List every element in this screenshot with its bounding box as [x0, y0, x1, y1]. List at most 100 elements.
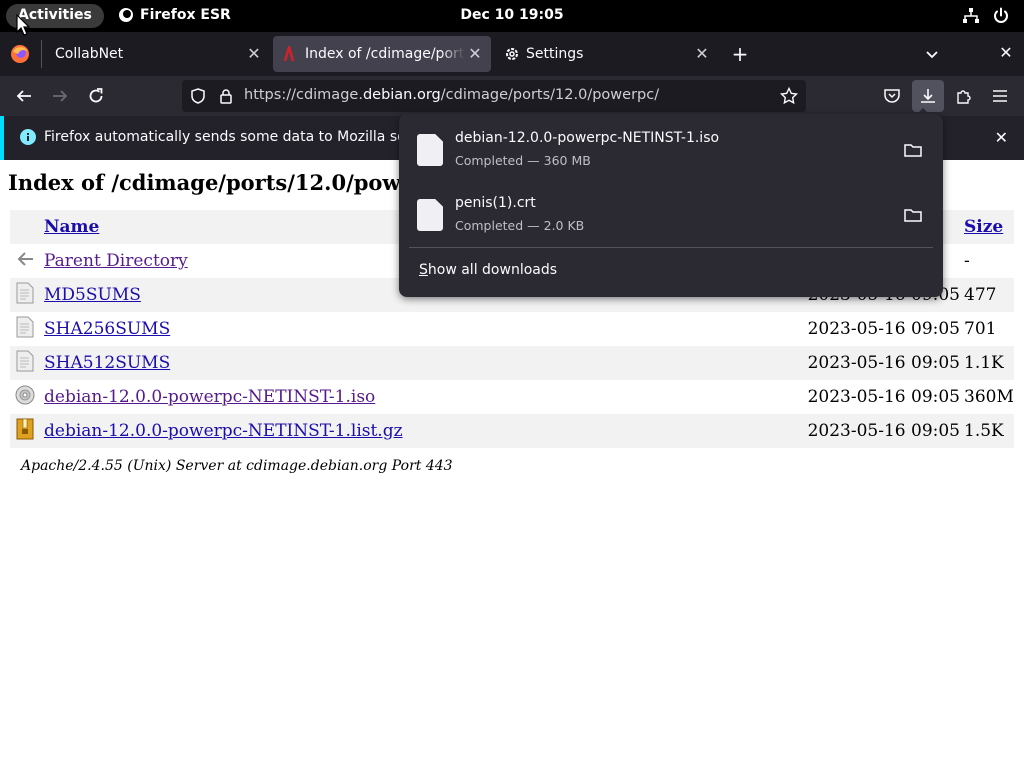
table-row: debian-12.0.0-powerpc-NETINST-1.list.gz … [10, 414, 1014, 448]
download-item[interactable]: penis(1).crt Completed — 2.0 KB [407, 185, 935, 245]
download-status: Completed — 360 MB [455, 153, 591, 168]
close-tab-icon[interactable]: ✕ [246, 46, 262, 62]
pocket-icon [884, 89, 900, 103]
show-in-folder-icon[interactable] [903, 140, 923, 160]
file-link[interactable]: SHA256SUMS [44, 319, 170, 339]
extensions-button[interactable] [952, 84, 976, 108]
lock-icon[interactable] [218, 88, 234, 104]
reload-icon [89, 88, 103, 103]
file-link[interactable]: debian-12.0.0-powerpc-NETINST-1.list.gz [44, 421, 403, 441]
close-tab-icon[interactable]: ✕ [467, 46, 483, 62]
url-bar[interactable]: https://cdimage.debian.org/cdimage/ports… [182, 80, 806, 112]
network-icon[interactable] [962, 7, 980, 25]
show-all-downloads-button[interactable]: Show all downloads [419, 262, 557, 278]
url-text[interactable]: https://cdimage.debian.org/cdimage/ports… [244, 87, 659, 103]
hamburger-menu-icon [993, 90, 1007, 102]
file-link[interactable]: SHA512SUMS [44, 353, 170, 373]
navigation-toolbar: https://cdimage.debian.org/cdimage/ports… [0, 76, 1024, 116]
text-file-icon [16, 282, 34, 303]
notification-text: Firefox automatically sends some data to… [44, 129, 434, 145]
access-key: S [419, 262, 428, 278]
row-icon-cell [10, 414, 40, 448]
sort-by-size-link[interactable]: Size [964, 217, 1003, 237]
pocket-button[interactable] [880, 84, 904, 108]
url-path: /cdimage/ports/12.0/powerpc/ [440, 87, 660, 103]
power-icon[interactable] [992, 7, 1010, 25]
forward-button[interactable] [48, 84, 72, 108]
file-link[interactable]: Parent Directory [44, 251, 188, 271]
close-window-icon[interactable]: ✕ [996, 43, 1016, 63]
row-icon-cell [10, 244, 40, 278]
info-icon [20, 129, 36, 145]
row-date-cell: 2023-05-16 09:05 [803, 346, 960, 380]
tab-bar: CollabNet ✕ Index of /cdimage/ports/1 ✕ … [0, 32, 1024, 76]
back-arrow-icon [16, 90, 31, 102]
disc-icon [15, 385, 35, 404]
server-signature: Apache/2.4.55 (Unix) Server at cdimage.d… [21, 458, 453, 474]
table-row: debian-12.0.0-powerpc-NETINST-1.iso 2023… [10, 380, 1014, 414]
new-tab-button[interactable]: + [728, 42, 752, 66]
row-size-cell: 360M [964, 387, 1014, 407]
text-file-icon [16, 316, 34, 337]
row-date-cell: 2023-05-16 09:05 [807, 319, 960, 339]
file-icon [417, 199, 443, 231]
list-all-tabs-icon[interactable] [924, 46, 940, 62]
row-icon-cell [10, 278, 40, 312]
row-name-cell: SHA512SUMS [40, 346, 804, 380]
bookmark-star-icon[interactable] [780, 87, 798, 105]
downloads-panel: debian-12.0.0-powerpc-NETINST-1.iso Comp… [399, 114, 943, 297]
forward-arrow-icon [53, 90, 68, 102]
row-size-cell: 701 [964, 319, 997, 339]
close-notification-icon[interactable]: ✕ [995, 128, 1008, 147]
plus-icon: + [731, 42, 749, 66]
apache-feather-icon [283, 46, 295, 62]
download-item[interactable]: debian-12.0.0-powerpc-NETINST-1.iso Comp… [407, 120, 935, 180]
tab-settings[interactable]: Settings ✕ [496, 36, 718, 72]
tracking-protection-shield-icon[interactable] [190, 88, 206, 104]
app-menu-button[interactable] [988, 84, 1012, 108]
text-file-icon [16, 350, 34, 371]
tab-title: Index of /cdimage/ports/1 [305, 46, 465, 62]
archive-icon [16, 418, 34, 439]
mouse-cursor-icon [16, 14, 30, 36]
url-domain: debian.org [362, 87, 441, 103]
puzzle-piece-icon [957, 90, 971, 104]
header-icon-cell [10, 210, 40, 244]
header-size-cell: Size [960, 210, 1014, 244]
back-button[interactable] [12, 84, 36, 108]
file-link[interactable]: debian-12.0.0-powerpc-NETINST-1.iso [44, 387, 375, 407]
back-icon [17, 251, 33, 266]
tab-debian-index[interactable]: Index of /cdimage/ports/1 ✕ [273, 36, 491, 72]
close-tab-icon[interactable]: ✕ [694, 46, 710, 62]
row-name-cell: debian-12.0.0-powerpc-NETINST-1.list.gz [40, 414, 804, 448]
clock[interactable]: Dec 10 19:05 [0, 7, 1024, 23]
table-row: SHA256SUMS 2023-05-16 09:05 701 [10, 312, 1014, 346]
system-tray[interactable] [962, 7, 1010, 25]
reload-button[interactable] [84, 84, 108, 108]
download-status: Completed — 2.0 KB [455, 218, 585, 233]
row-name-cell: SHA256SUMS [40, 312, 804, 346]
row-date-cell: 2023-05-16 09:05 [807, 387, 960, 407]
file-icon [417, 134, 443, 166]
row-date-cell: 2023-05-16 09:05 [803, 414, 960, 448]
tab-collabnet[interactable]: CollabNet ✕ [46, 36, 270, 72]
row-name-cell: debian-12.0.0-powerpc-NETINST-1.iso [40, 380, 804, 414]
firefox-view-icon[interactable] [10, 44, 30, 64]
row-size-cell: - [964, 251, 970, 271]
download-arrow-icon [921, 89, 935, 103]
sort-by-name-link[interactable]: Name [44, 217, 99, 237]
table-row: SHA512SUMS 2023-05-16 09:05 1.1K [10, 346, 1014, 380]
download-filename: penis(1).crt [455, 195, 536, 211]
page-title: Index of /cdimage/ports/12.0/powe [8, 170, 414, 195]
show-in-folder-icon[interactable] [903, 205, 923, 225]
file-link[interactable]: MD5SUMS [44, 285, 141, 305]
button-label: how all downloads [427, 262, 558, 278]
panel-separator [409, 247, 933, 248]
row-icon-cell [10, 346, 40, 380]
tab-title: CollabNet [55, 46, 124, 62]
row-icon-cell [10, 380, 40, 414]
row-size-cell: 1.5K [960, 414, 1014, 448]
url-prefix: https://cdimage. [244, 87, 363, 103]
tab-title: Settings [526, 46, 584, 62]
row-size-cell: 477 [960, 278, 1014, 312]
